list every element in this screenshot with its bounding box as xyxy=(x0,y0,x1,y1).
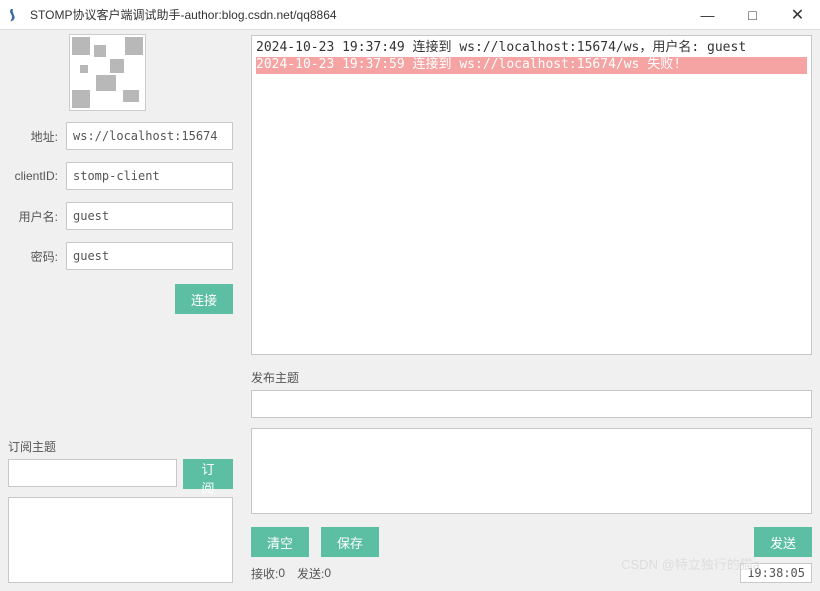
password-row: 密码: xyxy=(8,242,233,270)
clientid-label: clientID: xyxy=(8,169,58,183)
window-title: STOMP协议客户端调试助手-author:blog.csdn.net/qq88… xyxy=(30,6,685,23)
status-bar: 接收:0 发送:0 19:38:05 xyxy=(251,563,812,583)
publish-section: 发布主题 清空 保存 发送 接收:0 发送:0 19:38:05 xyxy=(251,369,812,583)
connect-button[interactable]: 连接 xyxy=(175,284,233,314)
left-spacer xyxy=(8,314,233,430)
send-label: 发送: xyxy=(297,565,324,582)
subscribe-input[interactable] xyxy=(8,459,177,487)
titlebar: STOMP协议客户端调试助手-author:blog.csdn.net/qq88… xyxy=(0,0,820,30)
left-panel: 地址: clientID: 用户名: 密码: 连接 订阅主题 订阅 xyxy=(8,35,233,583)
minimize-button[interactable]: ― xyxy=(685,0,730,30)
password-input[interactable] xyxy=(66,242,233,270)
log-line-error: 2024-10-23 19:37:59 连接到 ws://localhost:1… xyxy=(256,57,807,74)
recv-count: 0 xyxy=(278,566,285,580)
address-input[interactable] xyxy=(66,122,233,150)
send-button[interactable]: 发送 xyxy=(754,527,812,557)
subscribe-input-row: 订阅 xyxy=(8,459,233,489)
log-line: 2024-10-23 19:37:49 连接到 ws://localhost:1… xyxy=(256,40,807,57)
address-label: 地址: xyxy=(8,128,58,145)
subscribe-title: 订阅主题 xyxy=(8,438,233,455)
username-row: 用户名: xyxy=(8,202,233,230)
connect-row: 连接 xyxy=(8,284,233,314)
username-input[interactable] xyxy=(66,202,233,230)
recv-label: 接收: xyxy=(251,565,278,582)
maximize-button[interactable]: □ xyxy=(730,0,775,30)
log-area[interactable]: 2024-10-23 19:37:49 连接到 ws://localhost:1… xyxy=(251,35,812,355)
clientid-input[interactable] xyxy=(66,162,233,190)
publish-message-input[interactable] xyxy=(251,428,812,514)
save-button[interactable]: 保存 xyxy=(321,527,379,557)
username-label: 用户名: xyxy=(8,208,58,225)
qr-code-image xyxy=(70,35,145,110)
main-area: 地址: clientID: 用户名: 密码: 连接 订阅主题 订阅 xyxy=(0,30,820,591)
send-count: 0 xyxy=(324,566,331,580)
publish-title: 发布主题 xyxy=(251,369,812,386)
address-row: 地址: xyxy=(8,122,233,150)
spacer xyxy=(391,527,742,557)
clock: 19:38:05 xyxy=(740,563,812,583)
subscribe-button[interactable]: 订阅 xyxy=(183,459,233,489)
clear-button[interactable]: 清空 xyxy=(251,527,309,557)
clientid-row: clientID: xyxy=(8,162,233,190)
subscribe-listbox[interactable] xyxy=(8,497,233,583)
subscribe-section: 订阅主题 订阅 xyxy=(8,438,233,583)
publish-buttons: 清空 保存 发送 xyxy=(251,527,812,557)
right-panel: 2024-10-23 19:37:49 连接到 ws://localhost:1… xyxy=(251,35,812,583)
app-icon xyxy=(8,7,24,23)
publish-topic-input[interactable] xyxy=(251,390,812,418)
close-button[interactable]: ✕ xyxy=(775,0,820,30)
password-label: 密码: xyxy=(8,248,58,265)
